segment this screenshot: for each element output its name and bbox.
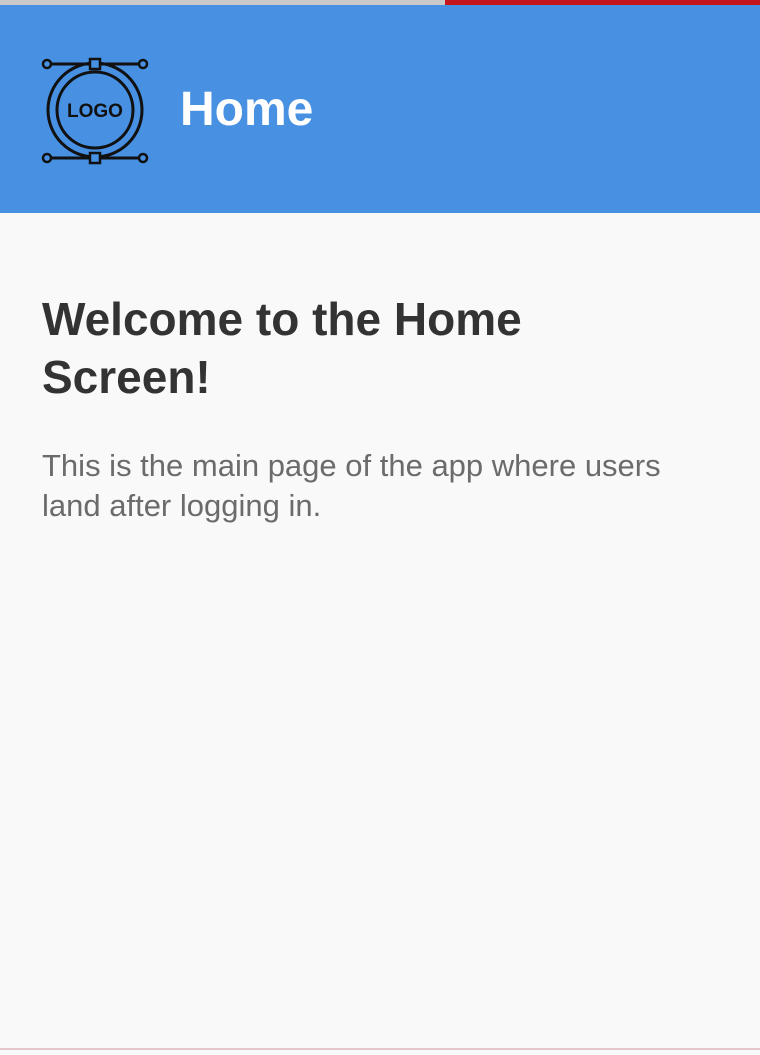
logo-icon: LOGO bbox=[41, 57, 149, 165]
bottom-divider bbox=[0, 1048, 760, 1050]
logo-text: LOGO bbox=[67, 101, 123, 122]
main-content: Welcome to the Home Screen! This is the … bbox=[42, 290, 722, 526]
welcome-heading: Welcome to the Home Screen! bbox=[42, 293, 522, 403]
app-bar-title: Home bbox=[180, 83, 314, 136]
app-bar: LOGO Home bbox=[0, 5, 760, 213]
welcome-description: This is the main page of the app where u… bbox=[42, 448, 661, 523]
